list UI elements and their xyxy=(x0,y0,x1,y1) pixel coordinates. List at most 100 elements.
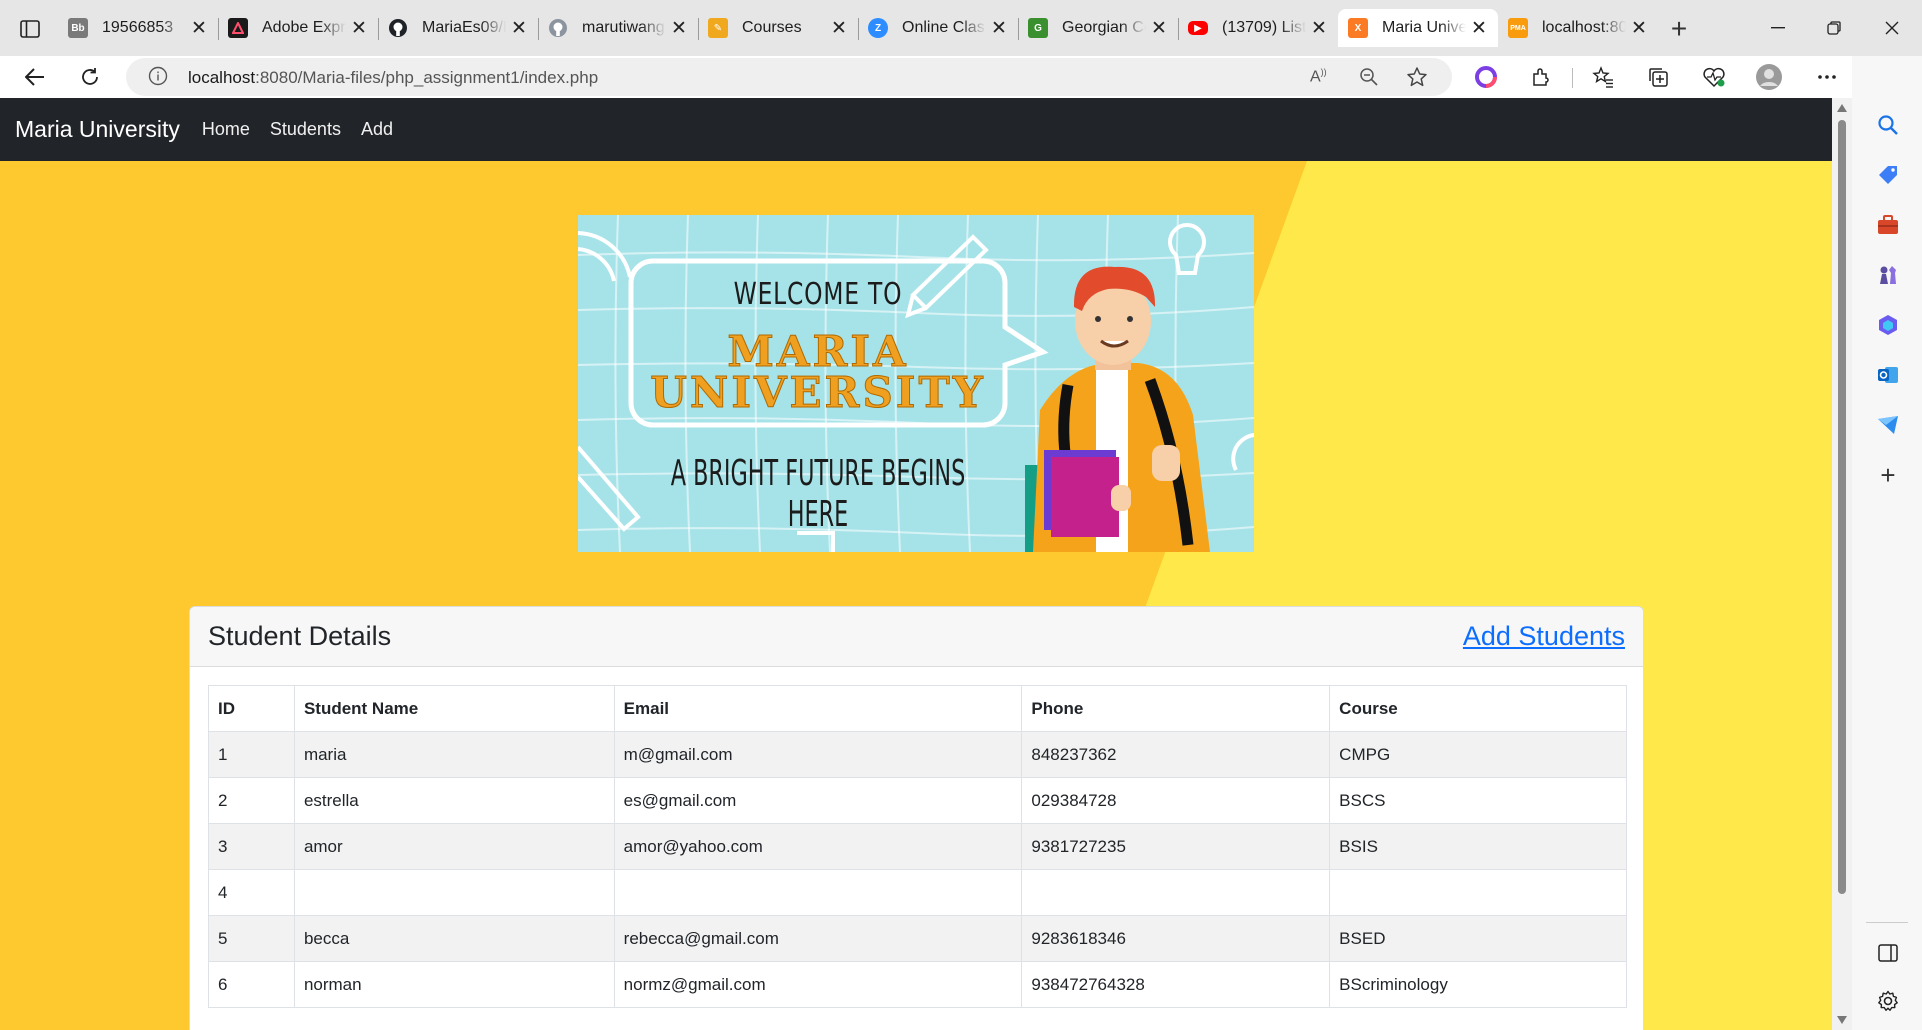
tab-youtube[interactable]: ▶ (13709) Listen ✕ xyxy=(1178,9,1338,47)
student-character-illustration xyxy=(1025,266,1210,552)
nav-link-add[interactable]: Add xyxy=(361,119,393,140)
tab-maria-university[interactable]: X Maria Univers ✕ xyxy=(1338,9,1498,47)
tab-actions-icon[interactable] xyxy=(10,14,50,44)
close-icon[interactable]: ✕ xyxy=(1470,17,1488,40)
tab-title: Online Class xyxy=(902,19,986,36)
cell-course: CMPG xyxy=(1329,731,1627,778)
cell-phone: 029384728 xyxy=(1021,777,1331,824)
tab-strip: Bb 19566853 ✕ Adobe Express ✕ MariaEs09/… xyxy=(0,0,1922,56)
column-header-course: Course xyxy=(1329,685,1627,732)
send-drop-icon[interactable] xyxy=(1868,408,1908,442)
cell-email: m@gmail.com xyxy=(613,731,1023,778)
banner-welcome-text: WELCOME TO xyxy=(733,277,903,312)
cell-course: BSCS xyxy=(1329,777,1627,824)
cell-email xyxy=(613,869,1023,916)
close-icon[interactable]: ✕ xyxy=(990,17,1008,40)
card-title: Student Details xyxy=(208,621,392,651)
table-row: 6 norman normz@gmail.com 938472764328 BS… xyxy=(208,961,1627,1008)
tab-blackboard[interactable]: Bb 19566853 ✕ xyxy=(58,9,218,47)
restore-button[interactable] xyxy=(1812,8,1856,48)
site-info-icon[interactable] xyxy=(148,66,168,91)
welcome-banner: WELCOME TO MARIA UNIVERSITY A BRIGHT FUT… xyxy=(578,215,1254,552)
close-icon[interactable]: ✕ xyxy=(350,17,368,40)
minimize-button[interactable] xyxy=(1756,8,1800,48)
tab-title: Maria Univers xyxy=(1382,19,1466,36)
scroll-up-arrow-icon[interactable] xyxy=(1837,104,1847,112)
collections-icon[interactable] xyxy=(1641,60,1675,94)
add-students-link[interactable]: Add Students xyxy=(1463,621,1625,652)
tab-list: Bb 19566853 ✕ Adobe Express ✕ MariaEs09/… xyxy=(58,9,1658,47)
cell-id: 5 xyxy=(208,915,295,962)
color-extension-icon[interactable] xyxy=(1469,60,1503,94)
phpmyadmin-icon: PMA xyxy=(1508,18,1528,38)
scroll-down-arrow-icon[interactable] xyxy=(1837,1016,1847,1024)
table-row: 1 maria m@gmail.com 848237362 CMPG xyxy=(208,731,1627,778)
zoom-out-icon[interactable] xyxy=(1359,67,1379,92)
tab-github-repo[interactable]: MariaEs09/PHP ✕ xyxy=(378,9,538,47)
cell-email: amor@yahoo.com xyxy=(613,823,1023,870)
tab-title: Georgian College xyxy=(1062,19,1146,36)
tab-title: (13709) Listen xyxy=(1222,19,1306,36)
close-icon[interactable]: ✕ xyxy=(190,17,208,40)
close-icon[interactable]: ✕ xyxy=(1630,17,1648,40)
cell-course: BSED xyxy=(1329,915,1627,962)
favorites-icon[interactable] xyxy=(1586,60,1620,94)
tab-title: Adobe Express xyxy=(262,19,346,36)
settings-gear-icon[interactable] xyxy=(1868,984,1908,1018)
back-arrow-icon[interactable] xyxy=(18,60,52,94)
refresh-icon[interactable] xyxy=(73,60,107,94)
zoom-icon: Z xyxy=(868,18,888,38)
extensions-icon[interactable] xyxy=(1524,60,1558,94)
xampp-icon: X xyxy=(1348,18,1368,38)
address-bar[interactable]: localhost:8080/Maria-files/php_assignmen… xyxy=(126,58,1452,96)
tab-title: Courses xyxy=(742,19,802,36)
tab-title: localhost:8080 xyxy=(1542,19,1626,36)
table-row: 5 becca rebecca@gmail.com 9283618346 BSE… xyxy=(208,915,1627,962)
new-tab-button[interactable]: + xyxy=(1662,12,1696,46)
tab-online-class[interactable]: Z Online Class ✕ xyxy=(858,9,1018,47)
page-scrollbar[interactable] xyxy=(1832,98,1852,1030)
favorite-star-icon[interactable] xyxy=(1406,66,1428,93)
youtube-icon: ▶ xyxy=(1188,21,1208,35)
add-sidebar-app-icon[interactable]: + xyxy=(1868,458,1908,492)
browser-essentials-icon[interactable] xyxy=(1697,60,1731,94)
navbar: Maria University Home Students Add xyxy=(0,98,1832,161)
scrollbar-thumb[interactable] xyxy=(1838,120,1846,894)
nav-link-students[interactable]: Students xyxy=(270,119,341,140)
microsoft-365-icon[interactable] xyxy=(1868,308,1908,342)
games-chess-icon[interactable] xyxy=(1868,258,1908,292)
cell-course: BScriminology xyxy=(1329,961,1627,1008)
tab-github-user[interactable]: marutiwange ✕ xyxy=(538,9,698,47)
tools-briefcase-icon[interactable] xyxy=(1868,208,1908,242)
tab-adobe-express[interactable]: Adobe Express ✕ xyxy=(218,9,378,47)
hide-sidebar-icon[interactable] xyxy=(1868,936,1908,970)
cell-email: normz@gmail.com xyxy=(613,961,1023,1008)
cell-student-name: amor xyxy=(293,823,615,870)
close-icon[interactable]: ✕ xyxy=(1150,17,1168,40)
close-icon[interactable]: ✕ xyxy=(510,17,528,40)
tab-phpmyadmin[interactable]: PMA localhost:8080 ✕ xyxy=(1498,9,1658,47)
outlook-icon[interactable] xyxy=(1868,358,1908,392)
column-header-student-name: Student Name xyxy=(293,685,615,732)
close-icon[interactable]: ✕ xyxy=(1310,17,1328,40)
cell-student-name: norman xyxy=(293,961,615,1008)
column-header-id: ID xyxy=(208,685,295,732)
github-icon xyxy=(548,18,568,38)
card-header: Student Details Add Students xyxy=(190,607,1643,667)
banner-title-university: UNIVERSITY xyxy=(650,368,986,418)
navbar-brand[interactable]: Maria University xyxy=(15,116,180,143)
github-icon xyxy=(388,18,408,38)
profile-avatar[interactable] xyxy=(1752,60,1786,94)
close-icon[interactable]: ✕ xyxy=(670,17,688,40)
search-icon[interactable] xyxy=(1868,108,1908,142)
read-aloud-icon[interactable]: A)) xyxy=(1310,67,1327,86)
url-text[interactable]: localhost:8080/Maria-files/php_assignmen… xyxy=(188,68,598,88)
close-window-button[interactable] xyxy=(1870,8,1914,48)
tab-courses[interactable]: ✎ Courses ✕ xyxy=(698,9,858,47)
shopping-tag-icon[interactable] xyxy=(1868,158,1908,192)
nav-link-home[interactable]: Home xyxy=(202,119,250,140)
cell-course xyxy=(1329,869,1627,916)
tab-georgian[interactable]: G Georgian College ✕ xyxy=(1018,9,1178,47)
close-icon[interactable]: ✕ xyxy=(830,17,848,40)
more-options-icon[interactable] xyxy=(1810,60,1844,94)
